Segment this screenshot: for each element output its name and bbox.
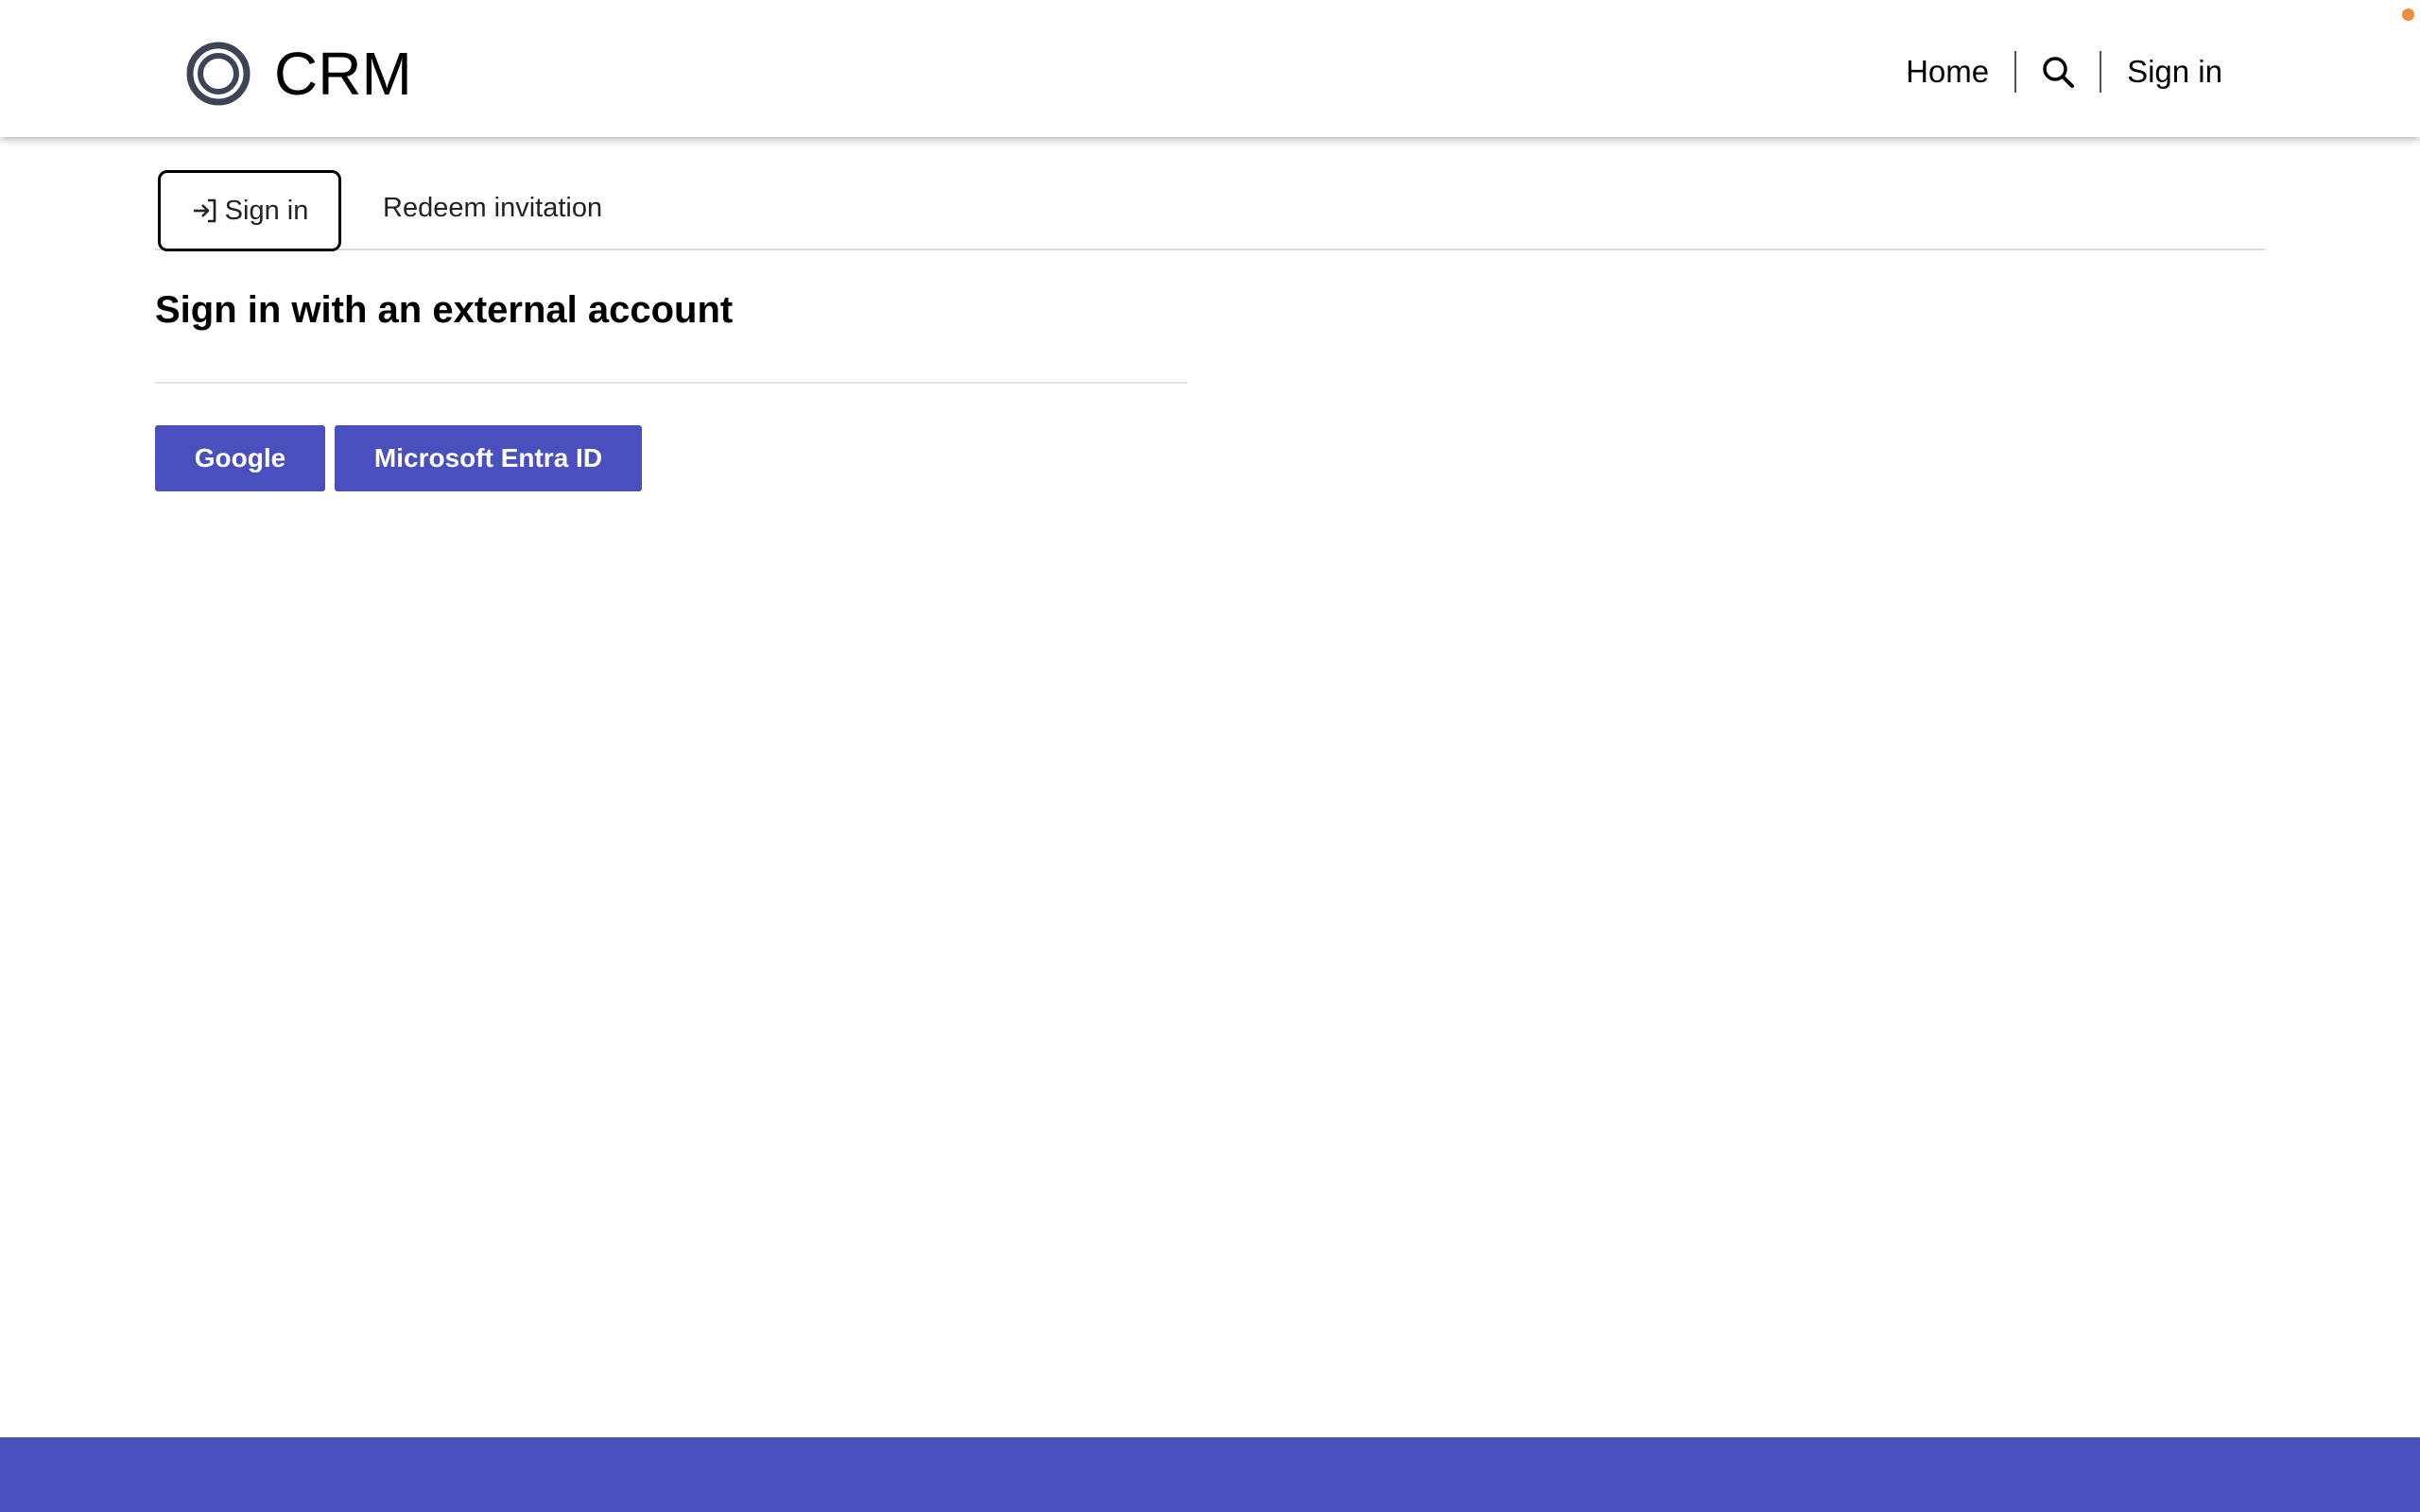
nav-signin-link[interactable]: Sign in <box>2101 49 2248 94</box>
microsoft-entra-signin-button[interactable]: Microsoft Entra ID <box>335 425 642 491</box>
section-divider <box>155 382 1187 384</box>
nav-search-button[interactable] <box>2016 49 2100 94</box>
brand-home-link[interactable]: CRM <box>185 40 412 108</box>
top-nav: Home Sign in <box>1880 49 2248 94</box>
page-heading: Sign in with an external account <box>155 289 734 331</box>
tab-sign-in[interactable]: Sign in <box>158 170 341 251</box>
site-footer <box>0 1437 2420 1512</box>
tab-redeem-label: Redeem invitation <box>383 192 603 223</box>
page: CRM Home Sign in Sign in Redeem invitati… <box>0 0 2420 1512</box>
site-header: CRM Home Sign in <box>0 0 2420 137</box>
provider-buttons: Google Microsoft Entra ID <box>155 425 651 491</box>
tab-sign-in-label: Sign in <box>224 195 309 226</box>
google-signin-button[interactable]: Google <box>155 425 325 491</box>
search-icon <box>2043 57 2075 88</box>
notification-dot <box>2402 9 2414 21</box>
tab-redeem-invitation[interactable]: Redeem invitation <box>377 170 608 246</box>
auth-tabs: Sign in Redeem invitation <box>154 170 2266 251</box>
nav-home-link[interactable]: Home <box>1880 49 2014 94</box>
ring-logo-icon <box>186 42 251 106</box>
sign-in-arrow-icon <box>193 198 216 223</box>
brand-name: CRM <box>274 40 412 108</box>
